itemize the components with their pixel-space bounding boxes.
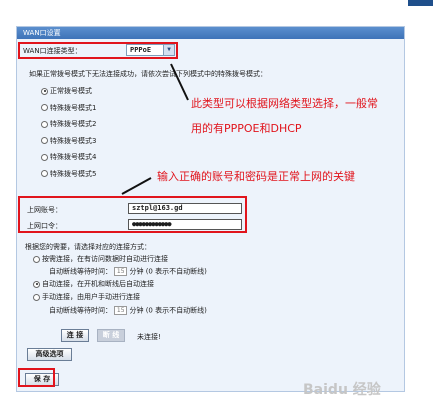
arrow-line-1	[170, 63, 189, 101]
baidu-watermark: Baidu 经验	[303, 382, 381, 398]
annotation-type-line2: 用的有PPPOE和DHCP	[191, 122, 302, 135]
annotation-account: 输入正确的账号和密码是正常上网的关键	[157, 170, 355, 183]
annotation-arrows	[121, 63, 189, 195]
annotation-type-line1: 此类型可以根据网络类型选择，一般常	[191, 97, 378, 110]
screenshot: WAN口设置 WAN口连接类型： PPPoE ▼ 如果正常拨号模式下无法连接成功…	[0, 0, 433, 402]
arrow-line-2	[121, 177, 152, 195]
